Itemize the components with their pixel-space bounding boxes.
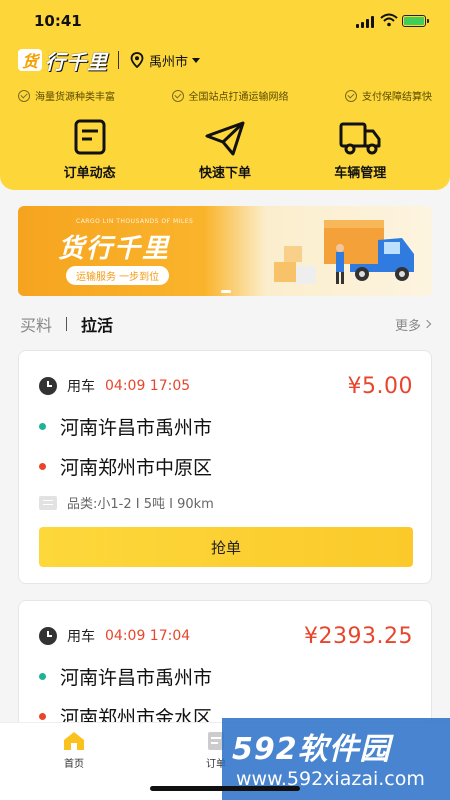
banner-subtitle: 运输服务 一步到位 <box>66 266 170 285</box>
quick-action-orders[interactable]: 订单动态 <box>40 118 140 181</box>
promo-banner[interactable]: CARGO LIN THOUSANDS OF MILES 货行千里 运输服务 一… <box>18 206 432 296</box>
order-price: ¥5.00 <box>347 373 413 399</box>
tab-divider <box>66 317 68 331</box>
quick-action-label: 快速下单 <box>198 166 251 181</box>
origin-dot-icon <box>39 673 46 680</box>
app-header: 10:41 货 行千里 禹州市 海量货源种类丰富 全国站点打通运输网络 支付保障… <box>0 0 450 190</box>
city-selector[interactable]: 禹州市 <box>129 51 201 70</box>
brand-row: 货 行千里 禹州市 <box>18 48 201 74</box>
chevron-down-icon <box>192 57 201 63</box>
banner-english-text: CARGO LIN THOUSANDS OF MILES <box>76 218 194 225</box>
origin-address: 河南许昌市禹州市 <box>39 663 212 690</box>
destination-dot-icon <box>39 463 46 470</box>
tab-materials[interactable]: 买料 <box>20 312 52 336</box>
order-card-header: 用车 04:09 17:04 ¥2393.25 <box>39 623 413 649</box>
banner-pager-indicator <box>221 290 231 293</box>
app-logo-text: 行千里 <box>45 49 108 74</box>
destination-address: 河南郑州市中原区 <box>39 453 212 480</box>
check-circle-icon <box>18 89 30 102</box>
destination-dot-icon <box>39 713 46 720</box>
more-link[interactable]: 更多 <box>394 315 432 334</box>
order-time: 04:09 17:05 <box>105 378 191 394</box>
clock-icon <box>39 627 57 645</box>
brand-divider <box>118 51 119 69</box>
nav-home[interactable]: 首页 <box>44 731 104 770</box>
paper-plane-icon <box>205 121 245 156</box>
wifi-icon <box>380 13 398 27</box>
origin-address: 河南许昌市禹州市 <box>39 413 212 440</box>
order-doc-icon <box>74 119 106 155</box>
city-label: 禹州市 <box>149 54 189 70</box>
delivery-truck-illustration <box>274 220 414 284</box>
order-type-label: 用车 <box>67 379 95 395</box>
home-icon <box>64 732 84 750</box>
order-card[interactable]: 用车 04:09 17:05 ¥5.00 河南许昌市禹州市 河南郑州市中原区 品… <box>18 350 432 584</box>
status-time: 10:41 <box>34 12 82 30</box>
origin-dot-icon <box>39 423 46 430</box>
app-logo-icon: 货 <box>18 49 42 71</box>
more-label: 更多 <box>394 318 421 334</box>
clock-icon <box>39 377 57 395</box>
goods-info: 品类:小1-2 I 5吨 I 90km <box>39 493 214 512</box>
check-circle-icon <box>171 89 184 102</box>
quick-actions: 订单动态 快速下单 车辆管理 <box>0 118 450 181</box>
home-indicator <box>150 786 300 791</box>
order-time: 04:09 17:04 <box>105 628 191 644</box>
content-tabs: 买料 拉活 更多 <box>20 312 432 336</box>
quick-action-quick-order[interactable]: 快速下单 <box>175 118 275 181</box>
quick-action-label: 订单动态 <box>63 166 116 181</box>
feature-list: 海量货源种类丰富 全国站点打通运输网络 支付保障结算快 <box>18 88 432 103</box>
truck-icon <box>339 122 381 155</box>
chevron-right-icon <box>422 319 432 329</box>
battery-icon <box>402 15 429 27</box>
banner-title: 货行千里 <box>58 234 171 264</box>
goods-doc-icon <box>39 495 57 510</box>
order-card-header: 用车 04:09 17:05 ¥5.00 <box>39 373 413 399</box>
check-circle-icon <box>345 89 357 102</box>
tab-jobs[interactable]: 拉活 <box>81 312 113 336</box>
location-pin-icon <box>130 52 144 68</box>
feature-item: 全国站点打通运输网络 <box>171 88 289 103</box>
quick-action-label: 车辆管理 <box>334 166 387 181</box>
grab-order-button[interactable]: 抢单 <box>39 527 413 567</box>
order-type-label: 用车 <box>67 629 95 645</box>
nav-home-label: 首页 <box>64 759 84 770</box>
order-price: ¥2393.25 <box>304 623 413 649</box>
watermark-brand: 592软件园 <box>232 732 391 767</box>
feature-item: 海量货源种类丰富 <box>18 88 115 103</box>
feature-item: 支付保障结算快 <box>345 88 432 103</box>
quick-action-vehicles[interactable]: 车辆管理 <box>310 118 410 181</box>
signal-icon <box>356 16 376 28</box>
status-bar: 10:41 <box>0 0 450 44</box>
